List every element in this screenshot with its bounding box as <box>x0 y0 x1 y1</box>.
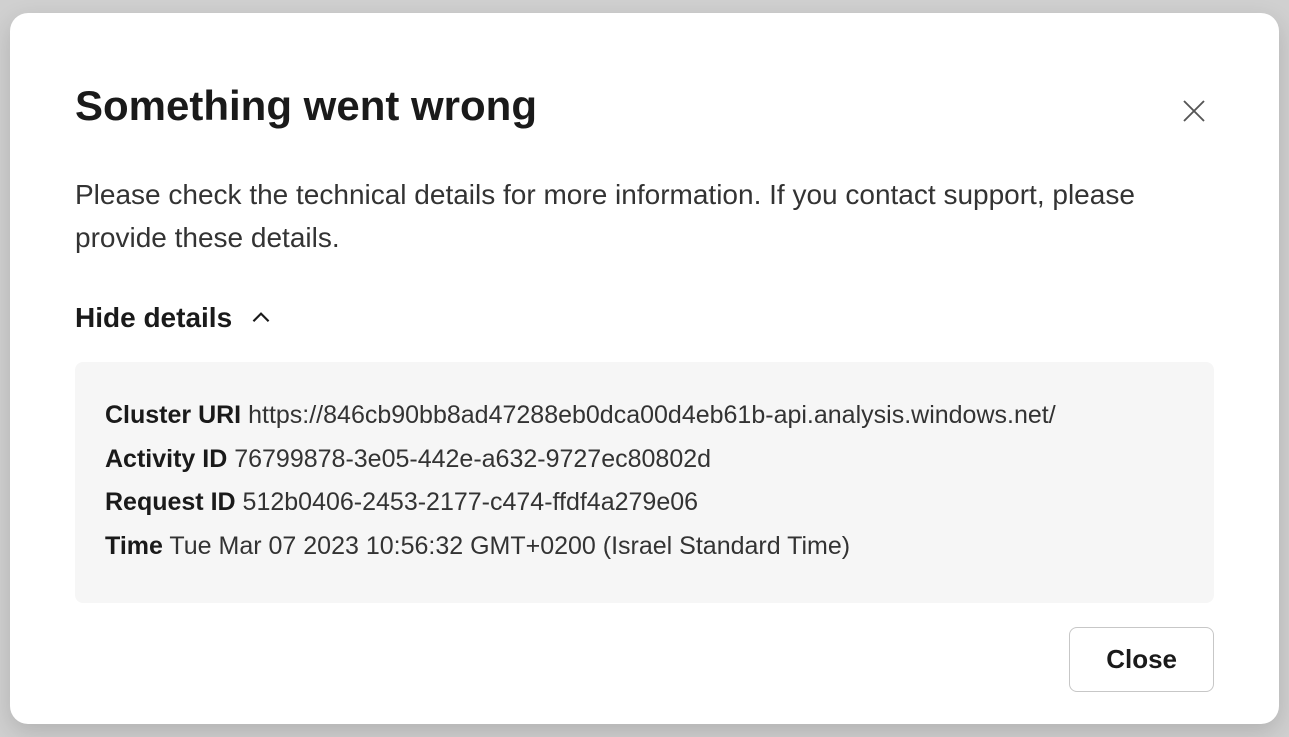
detail-value: 76799878-3e05-442e-a632-9727ec80802d <box>234 445 711 473</box>
dialog-message: Please check the technical details for m… <box>75 173 1214 260</box>
detail-value: Tue Mar 07 2023 10:56:32 GMT+0200 (Israe… <box>169 532 850 560</box>
details-toggle[interactable]: Hide details <box>75 302 1214 334</box>
close-button[interactable]: Close <box>1069 627 1214 692</box>
details-box: Cluster URI https://846cb90bb8ad47288eb0… <box>75 362 1214 603</box>
dialog-footer: Close <box>75 627 1214 692</box>
close-icon[interactable] <box>1174 91 1214 131</box>
error-dialog: Something went wrong Please check the te… <box>10 13 1279 724</box>
dialog-header: Something went wrong <box>75 83 1214 131</box>
detail-value: https://846cb90bb8ad47288eb0dca00d4eb61b… <box>248 401 1056 429</box>
detail-label: Time <box>105 532 163 560</box>
detail-request-id: Request ID 512b0406-2453-2177-c474-ffdf4… <box>105 481 1184 525</box>
detail-label: Cluster URI <box>105 401 241 429</box>
detail-activity-id: Activity ID 76799878-3e05-442e-a632-9727… <box>105 438 1184 482</box>
detail-label: Activity ID <box>105 445 227 473</box>
detail-cluster-uri: Cluster URI https://846cb90bb8ad47288eb0… <box>105 394 1184 438</box>
detail-time: Time Tue Mar 07 2023 10:56:32 GMT+0200 (… <box>105 525 1184 569</box>
detail-label: Request ID <box>105 488 236 516</box>
details-toggle-label: Hide details <box>75 302 232 334</box>
dialog-title: Something went wrong <box>75 83 537 129</box>
detail-value: 512b0406-2453-2177-c474-ffdf4a279e06 <box>243 488 699 516</box>
chevron-up-icon <box>248 305 274 331</box>
